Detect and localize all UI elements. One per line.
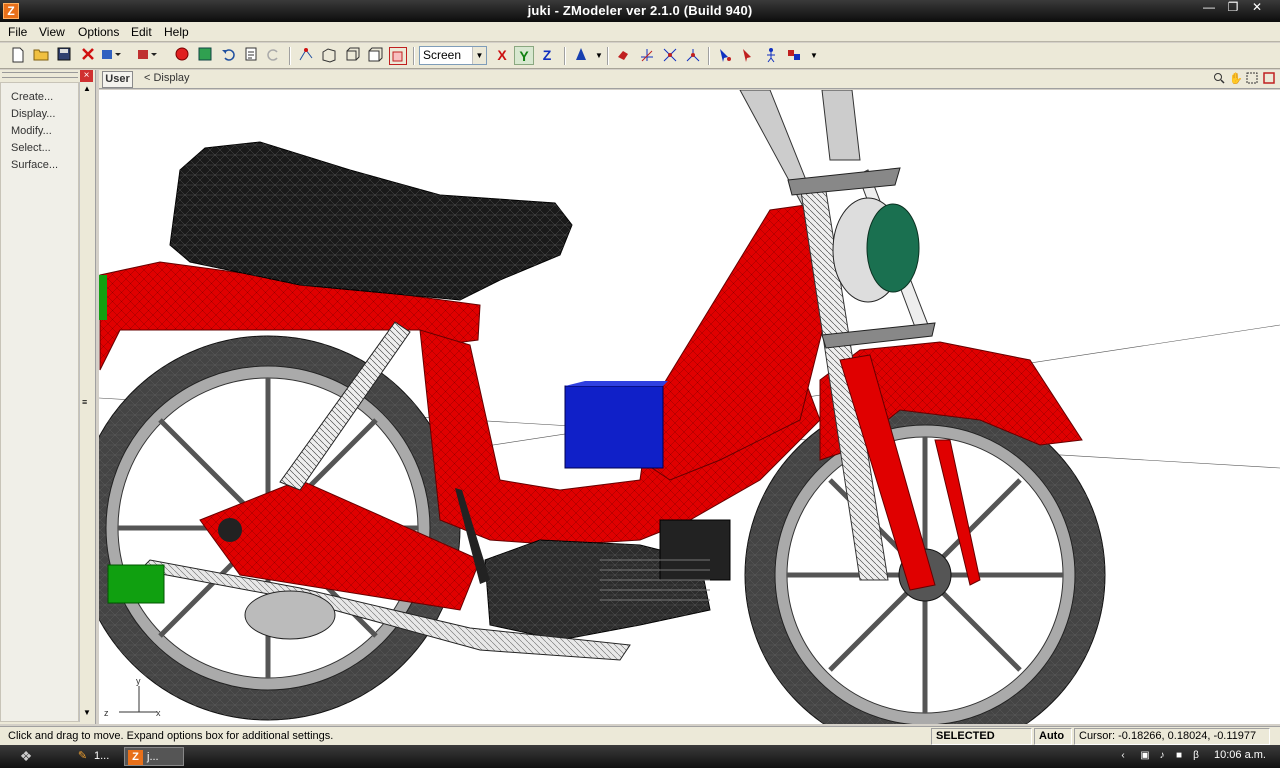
chevron-down-icon[interactable]: ▼ [472, 47, 486, 64]
zoom-icon[interactable] [1212, 72, 1226, 86]
delete-icon[interactable] [79, 47, 97, 65]
clipboard-icon[interactable] [242, 47, 260, 65]
box-icon[interactable] [320, 47, 338, 65]
toolbar-separator [607, 47, 609, 65]
vertex-icon[interactable] [297, 47, 315, 65]
panel-scrollbar[interactable]: ▲ ≡ ▼ [79, 82, 93, 722]
cube-icon[interactable] [343, 47, 361, 65]
redo-icon[interactable] [265, 47, 283, 65]
axis-z-toggle[interactable]: Z [537, 46, 557, 65]
export-icon[interactable] [137, 47, 157, 65]
panel-grip[interactable] [2, 72, 78, 78]
bluetooth-icon[interactable]: β [1189, 749, 1203, 763]
volume-icon[interactable]: ♪ [1155, 749, 1169, 763]
scroll-grip-icon[interactable]: ≡ [82, 398, 91, 407]
minimize-icon[interactable]: — [1198, 0, 1220, 16]
menu-edit[interactable]: Edit [131, 25, 152, 39]
menu-help[interactable]: Help [164, 25, 189, 39]
toolbar-separator [708, 47, 710, 65]
green-marker [107, 564, 165, 604]
import-icon[interactable] [101, 47, 121, 65]
axis-x-toggle[interactable]: X [492, 46, 512, 65]
green-marker [99, 275, 107, 320]
taskbar: ❖ ✎ 1... Z j... ‹ ▣ ♪ ■ β 10:06 a.m. [0, 745, 1280, 768]
window-title: juki - ZModeler ver 2.1.0 (Build 940) [527, 3, 753, 18]
undo-icon[interactable] [219, 47, 237, 65]
blue-box [564, 381, 668, 469]
axis-rotate-icon[interactable] [661, 47, 679, 65]
headlight [832, 197, 920, 303]
new-file-icon[interactable] [9, 47, 27, 65]
moped-wireframe-model: y z x [99, 90, 1280, 724]
view-name-button[interactable]: User [102, 71, 133, 88]
network-icon[interactable]: ▣ [1138, 749, 1152, 763]
open-folder-icon[interactable] [32, 47, 50, 65]
close-icon[interactable]: ✕ [1246, 0, 1268, 16]
title-bar: Z juki - ZModeler ver 2.1.0 (Build 940) … [0, 0, 1280, 22]
group-icon[interactable] [785, 47, 803, 65]
select-icon[interactable] [739, 47, 757, 65]
chevron-left-icon[interactable]: ‹ [1116, 749, 1130, 763]
chevron-down-icon[interactable]: ▼ [590, 47, 608, 65]
command-modify[interactable]: Modify... [11, 125, 52, 137]
chevron-down-icon[interactable]: ▼ [805, 47, 823, 65]
axis-y-label: y [136, 676, 141, 686]
task-label: 1... [94, 750, 110, 762]
command-panel: × Create... Display... Modify... Select.… [0, 70, 96, 724]
taskbar-item-active[interactable]: Z j... [124, 747, 184, 766]
command-list: Create... Display... Modify... Select...… [0, 82, 79, 722]
menu-view[interactable]: View [39, 25, 65, 39]
menu-bar: File View Options Edit Help [0, 22, 1280, 42]
pan-hand-icon[interactable]: ✋ [1229, 72, 1243, 86]
cube-red-icon[interactable] [389, 47, 407, 65]
viewport-breadcrumb[interactable]: < Display [144, 72, 190, 84]
command-surface[interactable]: Surface... [11, 159, 58, 171]
display-icon[interactable]: ■ [1172, 749, 1186, 763]
cube-outline-icon[interactable] [366, 47, 384, 65]
axis-gizmo: y z x [104, 676, 161, 718]
render-sphere-icon[interactable] [173, 47, 191, 65]
axis-z-label: z [104, 708, 109, 718]
status-bar: Click and drag to move. Expand options b… [0, 726, 1280, 757]
maximize-icon[interactable] [1262, 72, 1276, 86]
cone-icon[interactable] [572, 47, 590, 65]
status-message: Click and drag to move. Expand options b… [8, 730, 334, 742]
zmodeler-icon: Z [128, 750, 143, 765]
save-icon[interactable] [55, 47, 73, 65]
pointer-icon[interactable] [716, 47, 734, 65]
taskbar-item[interactable]: ✎ 1... [72, 747, 120, 766]
mirror-icon[interactable] [615, 47, 633, 65]
start-button[interactable]: ❖ [14, 747, 38, 766]
restore-icon[interactable]: ❐ [1222, 0, 1244, 16]
menu-file[interactable]: File [8, 25, 27, 39]
menu-options[interactable]: Options [78, 25, 119, 39]
axis-move-icon[interactable] [638, 47, 656, 65]
viewport-header: User < Display ✋ [99, 70, 1280, 89]
close-icon[interactable]: × [80, 70, 93, 82]
mode-indicator: SELECTED MODE [931, 728, 1032, 757]
scroll-down-icon[interactable]: ▼ [82, 708, 92, 717]
taskbar-clock[interactable]: 10:06 a.m. [1214, 749, 1266, 761]
texture-icon[interactable] [196, 47, 214, 65]
toolbar-separator [289, 47, 291, 65]
axis-x-label: x [156, 708, 161, 718]
coordinate-system-select[interactable]: Screen ▼ [419, 46, 487, 65]
coordinate-system-value: Screen [423, 48, 462, 62]
axis-y-toggle[interactable]: Y [514, 46, 534, 65]
command-create[interactable]: Create... [11, 91, 53, 103]
3d-viewport[interactable]: y z x [99, 90, 1280, 724]
fit-icon[interactable] [1245, 72, 1259, 86]
task-label: j... [147, 751, 159, 763]
command-display[interactable]: Display... [11, 108, 55, 120]
scroll-up-icon[interactable]: ▲ [82, 84, 92, 93]
figure-icon[interactable] [762, 47, 780, 65]
toolbar-separator [564, 47, 566, 65]
cursor-readout: Cursor: -0.18266, 0.18024, -0.11977 [1074, 728, 1270, 745]
pencil-icon: ✎ [77, 750, 88, 762]
axis-scale-icon[interactable] [684, 47, 702, 65]
command-select[interactable]: Select... [11, 142, 51, 154]
toolbar-separator [413, 47, 415, 65]
snap-indicator[interactable]: Auto [1034, 728, 1072, 745]
